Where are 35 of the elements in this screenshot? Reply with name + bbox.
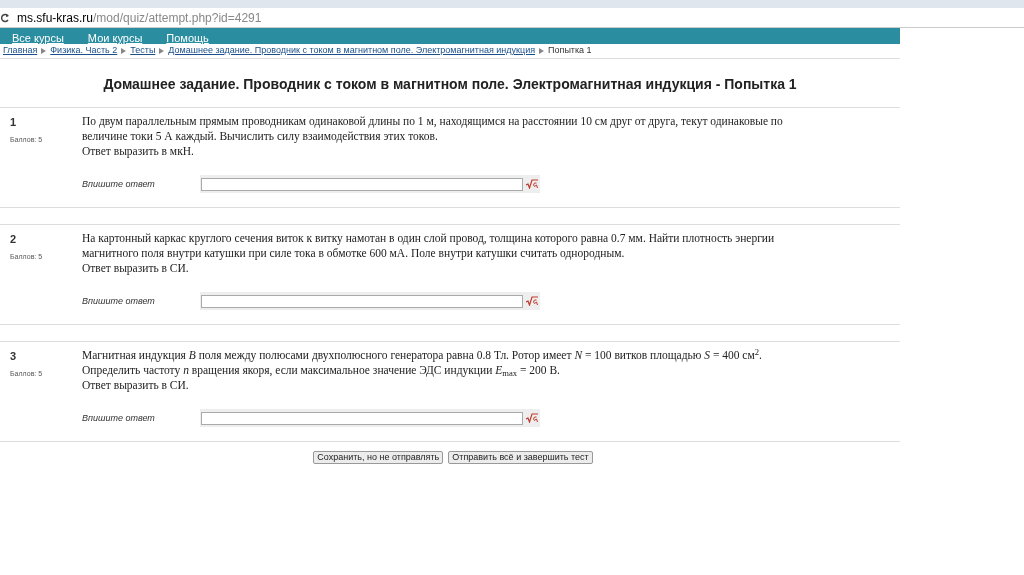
breadcrumb-link[interactable]: Тесты	[130, 44, 156, 58]
submit-button[interactable]: Отправить всё и завершить тест	[448, 451, 593, 464]
breadcrumb-separator-icon	[539, 48, 545, 54]
breadcrumb-current: Попытка 1	[548, 44, 592, 58]
answer-field[interactable]	[201, 294, 523, 308]
question-number: 3	[10, 349, 18, 364]
answer-instruction: Ответ выразить в СИ.	[82, 261, 190, 276]
answer-field[interactable]	[201, 177, 523, 191]
breadcrumb-link[interactable]: Домашнее задание. Проводник с током в магнитном поле. Электромагнитная индукция	[168, 44, 536, 58]
breadcrumb-separator-icon	[159, 48, 165, 54]
answer-instruction: Ответ выразить в мкН.	[82, 144, 195, 159]
answer-label: Впишите ответ	[82, 177, 156, 191]
question-number: 2	[10, 232, 18, 247]
address-field[interactable]: ms.sfu-kras.ru/mod/quiz/attempt.php?id=4291	[17, 8, 262, 27]
nav-link[interactable]: Помощь	[166, 32, 209, 44]
formula-editor-icon[interactable]	[526, 296, 538, 306]
reload-icon[interactable]	[1, 12, 9, 23]
breadcrumb-link[interactable]: Главная	[3, 44, 38, 58]
breadcrumb-separator-icon	[121, 48, 127, 54]
question-number: 1	[10, 115, 18, 130]
submit-button[interactable]: Сохранить, но не отправлять	[313, 451, 444, 464]
answer-field[interactable]	[201, 411, 523, 425]
answer-label: Впишите ответ	[82, 294, 156, 308]
formula-editor-icon[interactable]	[526, 413, 538, 423]
nav-link[interactable]: Все курсы	[12, 32, 64, 44]
answer-instruction: Ответ выразить в СИ.	[82, 378, 190, 393]
answer-label: Впишите ответ	[82, 411, 156, 425]
nav-link[interactable]: Мои курсы	[87, 32, 143, 44]
breadcrumb-separator-icon	[41, 48, 47, 54]
breadcrumb-link[interactable]: Физика. Часть 2	[50, 44, 118, 58]
formula-editor-icon[interactable]	[526, 179, 538, 189]
page-title: Домашнее задание. Проводник с током в магнитном поле. Электромагнитная индукция - Попытка 1	[102, 75, 798, 94]
question-text: Магнитная индукция B поля между полюсами двухполюсного генератора равна 0.8 Тл. Ротор имеет N = 100 витков площадью S = 400 см$^{2}$. Определить частоту n вращения якоря, если максимальное значение ЭДС индукции E$_{max}$ = 200 В.	[82, 348, 763, 378]
question-text: На картонный каркас круглого сечения виток к витку намотан в один слой провод, толщина которого равна 0.7 мм. Найти плотность энергии магнитного поля внутри катушки при силе тока в обмотке 600 мА. Поле внутри катушки считать однородным.	[82, 231, 776, 261]
question-text: По двум параллельным прямым проводникам одинаковой длины по 1 м, находящимся на расстоянии 10 см друг от друга, текут одинаковые по величине токи 5 А каждый. Вычислить силу взаимодействия этих токов.	[82, 114, 784, 144]
